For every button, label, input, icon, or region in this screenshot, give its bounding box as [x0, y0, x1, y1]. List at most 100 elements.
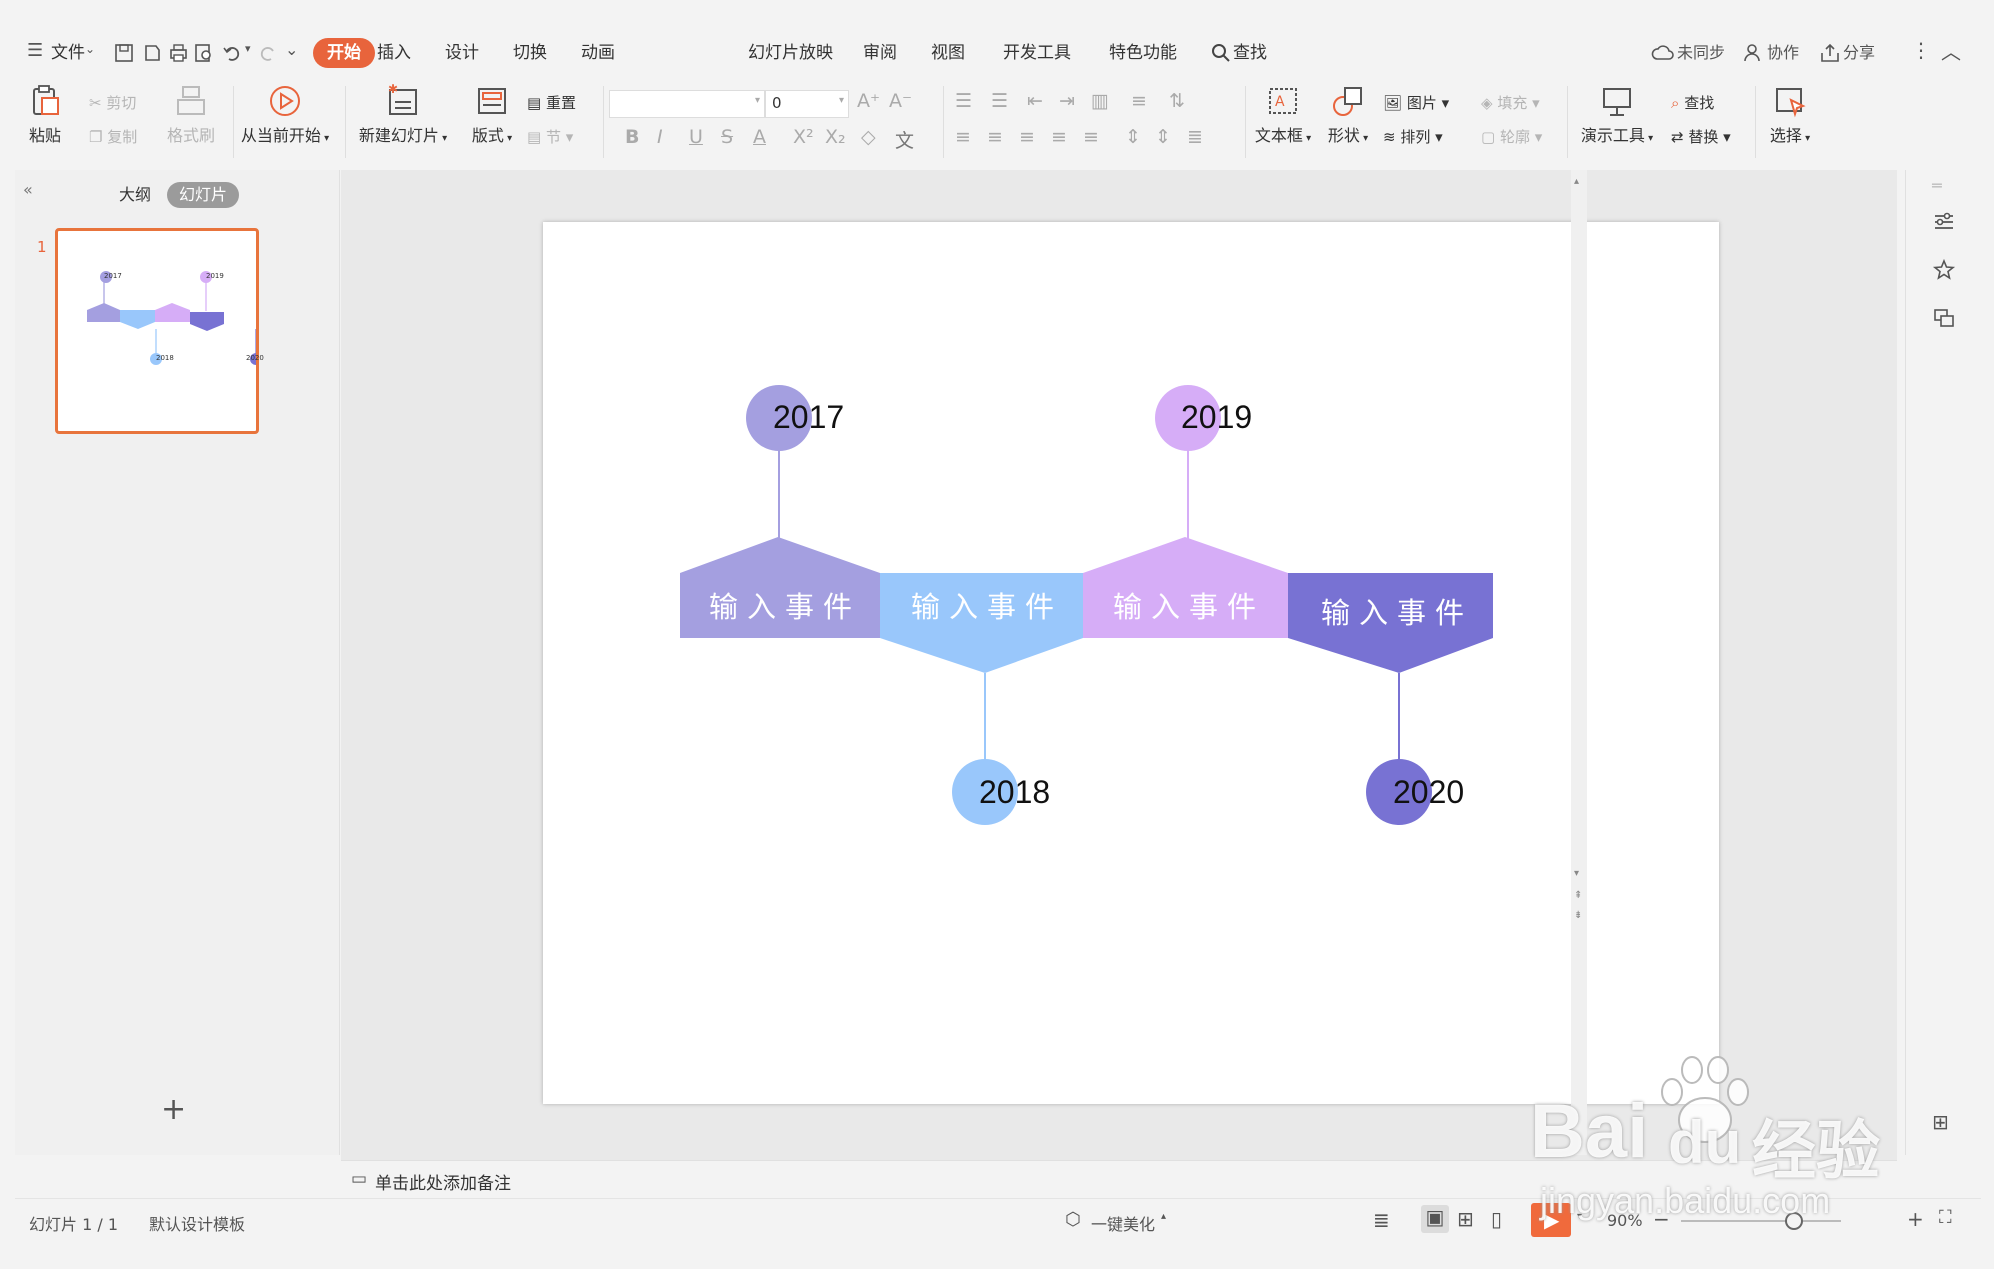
layout-button[interactable]: 版式 ▾	[467, 84, 517, 146]
tab-outline[interactable]: 大纲	[119, 182, 151, 208]
strikethrough-icon[interactable]: S	[721, 126, 733, 148]
redo-icon[interactable]	[257, 42, 279, 64]
add-slide-button[interactable]: +	[161, 1092, 186, 1127]
find-button[interactable]: ⌕ 查找	[1671, 92, 1714, 114]
presentation-tools-button[interactable]: 演示工具 ▾	[1575, 84, 1659, 146]
search-icon[interactable]	[1211, 43, 1231, 63]
tab-slideshow[interactable]: 幻灯片放映	[748, 38, 833, 68]
paste-button[interactable]: 粘贴	[25, 84, 65, 146]
print-icon[interactable]	[167, 42, 189, 64]
collapse-ribbon-icon[interactable]: ︿	[1941, 36, 1961, 65]
increase-indent-icon[interactable]: ⇥	[1059, 90, 1075, 112]
text-effects-icon[interactable]: 文	[895, 126, 914, 153]
new-slide-button[interactable]: ✱ 新建幻灯片 ▾	[357, 84, 449, 146]
text-direction-icon[interactable]: ⇅	[1169, 90, 1185, 112]
notes-toggle-icon[interactable]: ≣	[1373, 1208, 1390, 1232]
file-menu[interactable]: 文件	[51, 38, 85, 68]
section-button[interactable]: ▤ 节 ▾	[527, 126, 573, 148]
print-preview-icon[interactable]	[193, 42, 215, 64]
collaborate-icon[interactable]	[1743, 43, 1765, 63]
tab-developer[interactable]: 开发工具	[1003, 38, 1071, 68]
format-painter-button[interactable]: 格式刷	[161, 84, 221, 146]
more-options-icon[interactable]: ⋮	[1911, 38, 1931, 62]
justify-icon[interactable]: ≡	[1051, 126, 1067, 148]
align-center-icon[interactable]: ≡	[987, 126, 1003, 148]
animation-star-icon[interactable]	[1932, 258, 1956, 282]
arrange-button[interactable]: ≋ 排列 ▾	[1383, 126, 1443, 148]
font-size-combobox[interactable]: 0 ▾	[765, 90, 849, 118]
align-left-icon[interactable]: ≡	[955, 126, 971, 148]
tab-view[interactable]: 视图	[931, 38, 965, 68]
previous-slide-icon[interactable]: ⇞	[1574, 890, 1582, 901]
align-right-icon[interactable]: ≡	[1019, 126, 1035, 148]
one-click-beautify-button[interactable]: 一键美化	[1091, 1211, 1155, 1235]
chevron-down-icon[interactable]: ⌄	[85, 42, 95, 56]
tab-home[interactable]: 开始	[313, 38, 375, 68]
chevron-up-icon[interactable]: ▴	[1161, 1211, 1166, 1222]
hamburger-menu-icon[interactable]: ☰	[27, 40, 43, 61]
output-pdf-icon[interactable]	[141, 42, 163, 64]
select-button[interactable]: 选择 ▾	[1763, 84, 1817, 146]
reading-view-icon[interactable]: ▯	[1491, 1207, 1502, 1231]
copy-button[interactable]: ❐ 复制	[89, 126, 137, 148]
slide-transition-icon[interactable]	[1932, 306, 1956, 330]
collapse-panel-icon[interactable]: «	[23, 180, 33, 199]
decrease-indent-icon[interactable]: ⇤	[1027, 90, 1043, 112]
normal-view-icon[interactable]: ▣	[1421, 1205, 1449, 1233]
tab-review[interactable]: 审阅	[863, 38, 897, 68]
vertical-scrollbar[interactable]: ▴ ▾ ⇞ ⇟	[1571, 170, 1587, 1155]
tab-animation[interactable]: 动画	[581, 38, 615, 68]
quick-access-more-icon[interactable]: ⌄	[285, 40, 298, 59]
tab-transition[interactable]: 切换	[513, 38, 547, 68]
replace-button[interactable]: ⇄ 替换 ▾	[1671, 126, 1731, 148]
columns-icon[interactable]: ▥	[1091, 90, 1109, 112]
bold-icon[interactable]: B	[625, 126, 639, 148]
numbered-list-icon[interactable]: ☰	[991, 90, 1008, 112]
template-name[interactable]: 默认设计模板	[149, 1211, 245, 1235]
cloud-sync-icon[interactable]	[1651, 44, 1675, 62]
sync-status[interactable]: 未同步	[1677, 38, 1725, 68]
play-from-current-button[interactable]: 从当前开始 ▾	[237, 84, 333, 146]
distribute-icon[interactable]: ≡	[1083, 126, 1099, 148]
clear-format-icon[interactable]: ◇	[861, 126, 876, 148]
properties-icon[interactable]	[1932, 210, 1956, 234]
share-button[interactable]: 分享	[1843, 38, 1875, 68]
underline-icon[interactable]: U	[689, 126, 703, 148]
tab-design[interactable]: 设计	[445, 38, 479, 68]
next-slide-icon[interactable]: ⇟	[1574, 910, 1582, 921]
subscript-icon[interactable]: X₂	[825, 126, 846, 148]
collaborate-button[interactable]: 协作	[1767, 38, 1799, 68]
undo-icon[interactable]	[221, 42, 243, 64]
paragraph-settings-icon[interactable]: ≣	[1187, 126, 1203, 148]
tab-insert[interactable]: 插入	[377, 38, 411, 68]
search-command[interactable]: 查找	[1233, 38, 1267, 68]
undo-dropdown-icon[interactable]: ▾	[245, 42, 251, 55]
cut-button[interactable]: ✂ 剪切	[89, 92, 136, 114]
line-spacing-icon[interactable]: ≡	[1131, 90, 1147, 112]
slide-sorter-icon[interactable]: ⊞	[1457, 1207, 1474, 1231]
decrease-font-icon[interactable]: A⁻	[889, 90, 912, 112]
textbox-button[interactable]: A 文本框 ▾	[1251, 84, 1315, 146]
paragraph-spacing-icon[interactable]: ⇕	[1155, 126, 1171, 148]
fill-button[interactable]: ◈ 填充 ▾	[1481, 92, 1540, 114]
slide-thumbnail[interactable]: 2017 2019 2018 2020	[55, 228, 264, 434]
beautify-icon[interactable]: ⬡	[1065, 1209, 1081, 1230]
save-icon[interactable]	[113, 42, 135, 64]
tab-special-features[interactable]: 特色功能	[1109, 38, 1177, 68]
superscript-icon[interactable]: X²	[793, 126, 814, 148]
font-color-icon[interactable]: A	[753, 126, 766, 148]
scroll-up-icon[interactable]: ▴	[1574, 176, 1579, 187]
outline-button[interactable]: ▢ 轮廓 ▾	[1481, 126, 1542, 148]
picture-button[interactable]: 🖼 图片 ▾	[1383, 92, 1449, 114]
share-icon[interactable]	[1819, 43, 1841, 63]
tab-slides[interactable]: 幻灯片	[167, 182, 240, 208]
vertical-align-icon[interactable]: ⇕	[1125, 126, 1141, 148]
slide-1[interactable]: 2017 2019 2018 2020 输入事件 输入事件 输入事件 输入事件	[543, 222, 1719, 1104]
italic-icon[interactable]: I	[657, 126, 663, 148]
bullet-list-icon[interactable]: ☰	[955, 90, 972, 112]
font-name-combobox[interactable]: ▾	[609, 90, 765, 118]
shape-button[interactable]: 形状 ▾	[1323, 84, 1373, 146]
increase-font-icon[interactable]: A⁺	[857, 90, 880, 112]
reset-button[interactable]: ▤ 重置	[527, 92, 576, 114]
scroll-down-icon[interactable]: ▾	[1574, 868, 1579, 879]
